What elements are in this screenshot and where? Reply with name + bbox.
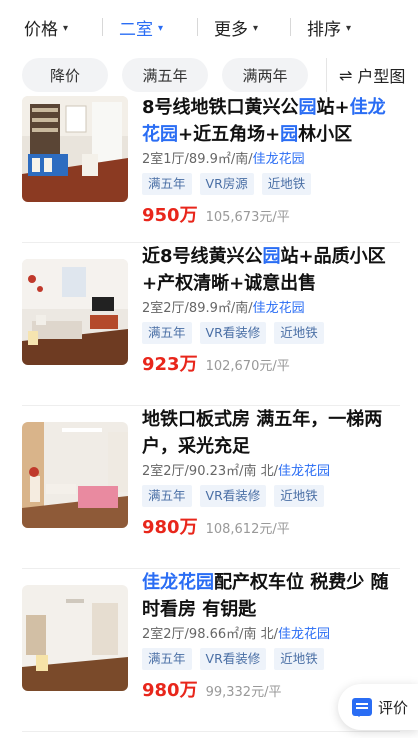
listing-tag: 近地铁 (274, 485, 324, 507)
listing-tags: 满五年 VR看装修 近地铁 (142, 485, 400, 507)
chevron-down-icon: ▾ (346, 22, 352, 34)
listing-tag: VR房源 (199, 173, 254, 195)
filter-more-label: 更多 (214, 19, 248, 40)
listing-tag: 满五年 (142, 322, 192, 344)
listing-photo (22, 422, 128, 528)
unit-price: 108,612元/平 (205, 522, 290, 537)
total-price: 923万 (142, 354, 198, 375)
title-highlight: 园 (262, 246, 281, 267)
specs-text: 2室2厅/89.9㎡/南/ (142, 301, 253, 316)
specs-text: 2室2厅/98.66㎡/南 北/ (142, 627, 279, 642)
listing-tag: 满五年 (142, 648, 192, 670)
price-row: 923万 102,670元/平 (142, 350, 400, 376)
listing-tag: 满五年 (142, 173, 192, 195)
chevron-down-icon: ▾ (63, 22, 69, 34)
total-price: 980万 (142, 517, 198, 538)
specs-text: 2室1厅/89.9㎡/南/ (142, 152, 253, 167)
title-text: 地铁口板式房 满五年，一梯两户，采光充足 (142, 409, 383, 457)
community-link[interactable]: 佳龙花园 (253, 152, 305, 167)
listing-tag: 满五年 (142, 485, 192, 507)
listing-card[interactable]: 8号线地铁口黄兴公园站+佳龙花园+近五角场+园林小区 2室1厅/89.9㎡/南/… (0, 96, 418, 243)
listing-tag: 近地铁 (274, 648, 324, 670)
listing-title: 佳龙花园配产权车位 税费少 随时看房 有钥匙 (142, 569, 400, 623)
title-text: 近8号线黄兴公 (142, 246, 263, 267)
quick-tags-bar: 降价 满五年 满两年 ⇌ 户型图 (0, 54, 418, 96)
listing-tag: VR看装修 (199, 322, 267, 344)
listing-info: 8号线地铁口黄兴公园站+佳龙花园+近五角场+园林小区 2室1厅/89.9㎡/南/… (142, 94, 400, 243)
total-price: 950万 (142, 205, 198, 226)
title-highlight: 园 (280, 124, 299, 145)
comment-icon (352, 698, 372, 717)
filter-more[interactable]: 更多 ▾ (198, 15, 290, 40)
swap-icon: ⇌ (339, 65, 353, 85)
community-link[interactable]: 佳龙花园 (278, 464, 330, 479)
listing-info: 地铁口板式房 满五年，一梯两户，采光充足 2室2厅/90.23㎡/南 北/佳龙花… (142, 406, 400, 569)
listing-tag: 近地铁 (261, 173, 312, 195)
listing-specs: 2室2厅/90.23㎡/南 北/佳龙花园 (142, 463, 400, 481)
review-button-label: 评价 (378, 698, 409, 717)
title-text: 8号线地铁口黄兴公 (142, 97, 299, 118)
quick-tag-price-drop[interactable]: 降价 (22, 58, 108, 92)
title-highlight: 佳龙花园 (142, 572, 214, 593)
unit-price: 99,332元/平 (205, 685, 282, 700)
listing-tag: VR看装修 (199, 485, 267, 507)
quick-tag-five-years[interactable]: 满五年 (122, 58, 208, 92)
listing-photo (22, 585, 128, 691)
listing-specs: 2室1厅/89.9㎡/南/佳龙花园 (142, 151, 400, 169)
listing-photo (22, 96, 128, 202)
listing-tags: 满五年 VR房源 近地铁 (142, 173, 400, 195)
filter-rooms[interactable]: 二室 ▾ (103, 15, 197, 40)
listing-tag: VR看装修 (199, 648, 267, 670)
chevron-down-icon: ▾ (158, 22, 164, 34)
price-row: 950万 105,673元/平 (142, 201, 400, 227)
listing-specs: 2室2厅/98.66㎡/南 北/佳龙花园 (142, 626, 400, 644)
quick-tag-two-years[interactable]: 满两年 (222, 58, 308, 92)
unit-price: 105,673元/平 (205, 210, 290, 225)
listing-tags: 满五年 VR看装修 近地铁 (142, 648, 400, 670)
filter-price[interactable]: 价格 ▾ (24, 15, 102, 40)
total-price: 980万 (142, 680, 198, 701)
listing-title: 近8号线黄兴公园站+品质小区+产权清晰+诚意出售 (142, 243, 400, 297)
listing-info: 近8号线黄兴公园站+品质小区+产权清晰+诚意出售 2室2厅/89.9㎡/南/佳龙… (142, 243, 400, 406)
filter-bar: 价格 ▾ 二室 ▾ 更多 ▾ 排序 ▾ (0, 0, 418, 54)
listing-title: 8号线地铁口黄兴公园站+佳龙花园+近五角场+园林小区 (142, 94, 400, 148)
review-button[interactable]: 评价 (338, 684, 418, 730)
listing-specs: 2室2厅/89.9㎡/南/佳龙花园 (142, 300, 400, 318)
listing-list: 8号线地铁口黄兴公园站+佳龙花园+近五角场+园林小区 2室1厅/89.9㎡/南/… (0, 96, 418, 732)
chevron-down-icon: ▾ (253, 22, 259, 34)
title-text: 站+ (316, 97, 350, 118)
unit-price: 102,670元/平 (205, 359, 290, 374)
title-text: 林小区 (298, 124, 353, 145)
specs-text: 2室2厅/90.23㎡/南 北/ (142, 464, 279, 479)
listing-card[interactable]: 近8号线黄兴公园站+品质小区+产权清晰+诚意出售 2室2厅/89.9㎡/南/佳龙… (0, 243, 418, 406)
layout-button-label: 户型图 (357, 67, 406, 86)
layout-button[interactable]: ⇌ 户型图 (326, 58, 405, 92)
filter-sort-label: 排序 (307, 19, 341, 40)
community-link[interactable]: 佳龙花园 (253, 301, 305, 316)
title-highlight: 园 (298, 97, 317, 118)
title-text: +近五角场+ (178, 124, 281, 145)
price-row: 980万 108,612元/平 (142, 513, 400, 539)
filter-rooms-label: 二室 (119, 19, 153, 40)
listing-tags: 满五年 VR看装修 近地铁 (142, 322, 400, 344)
filter-sort[interactable]: 排序 ▾ (291, 15, 371, 40)
listing-tag: 近地铁 (274, 322, 324, 344)
community-link[interactable]: 佳龙花园 (278, 627, 330, 642)
listing-photo (22, 259, 128, 365)
listing-title: 地铁口板式房 满五年，一梯两户，采光充足 (142, 406, 400, 460)
listing-card[interactable]: 地铁口板式房 满五年，一梯两户，采光充足 2室2厅/90.23㎡/南 北/佳龙花… (0, 406, 418, 569)
filter-price-label: 价格 (24, 19, 58, 40)
